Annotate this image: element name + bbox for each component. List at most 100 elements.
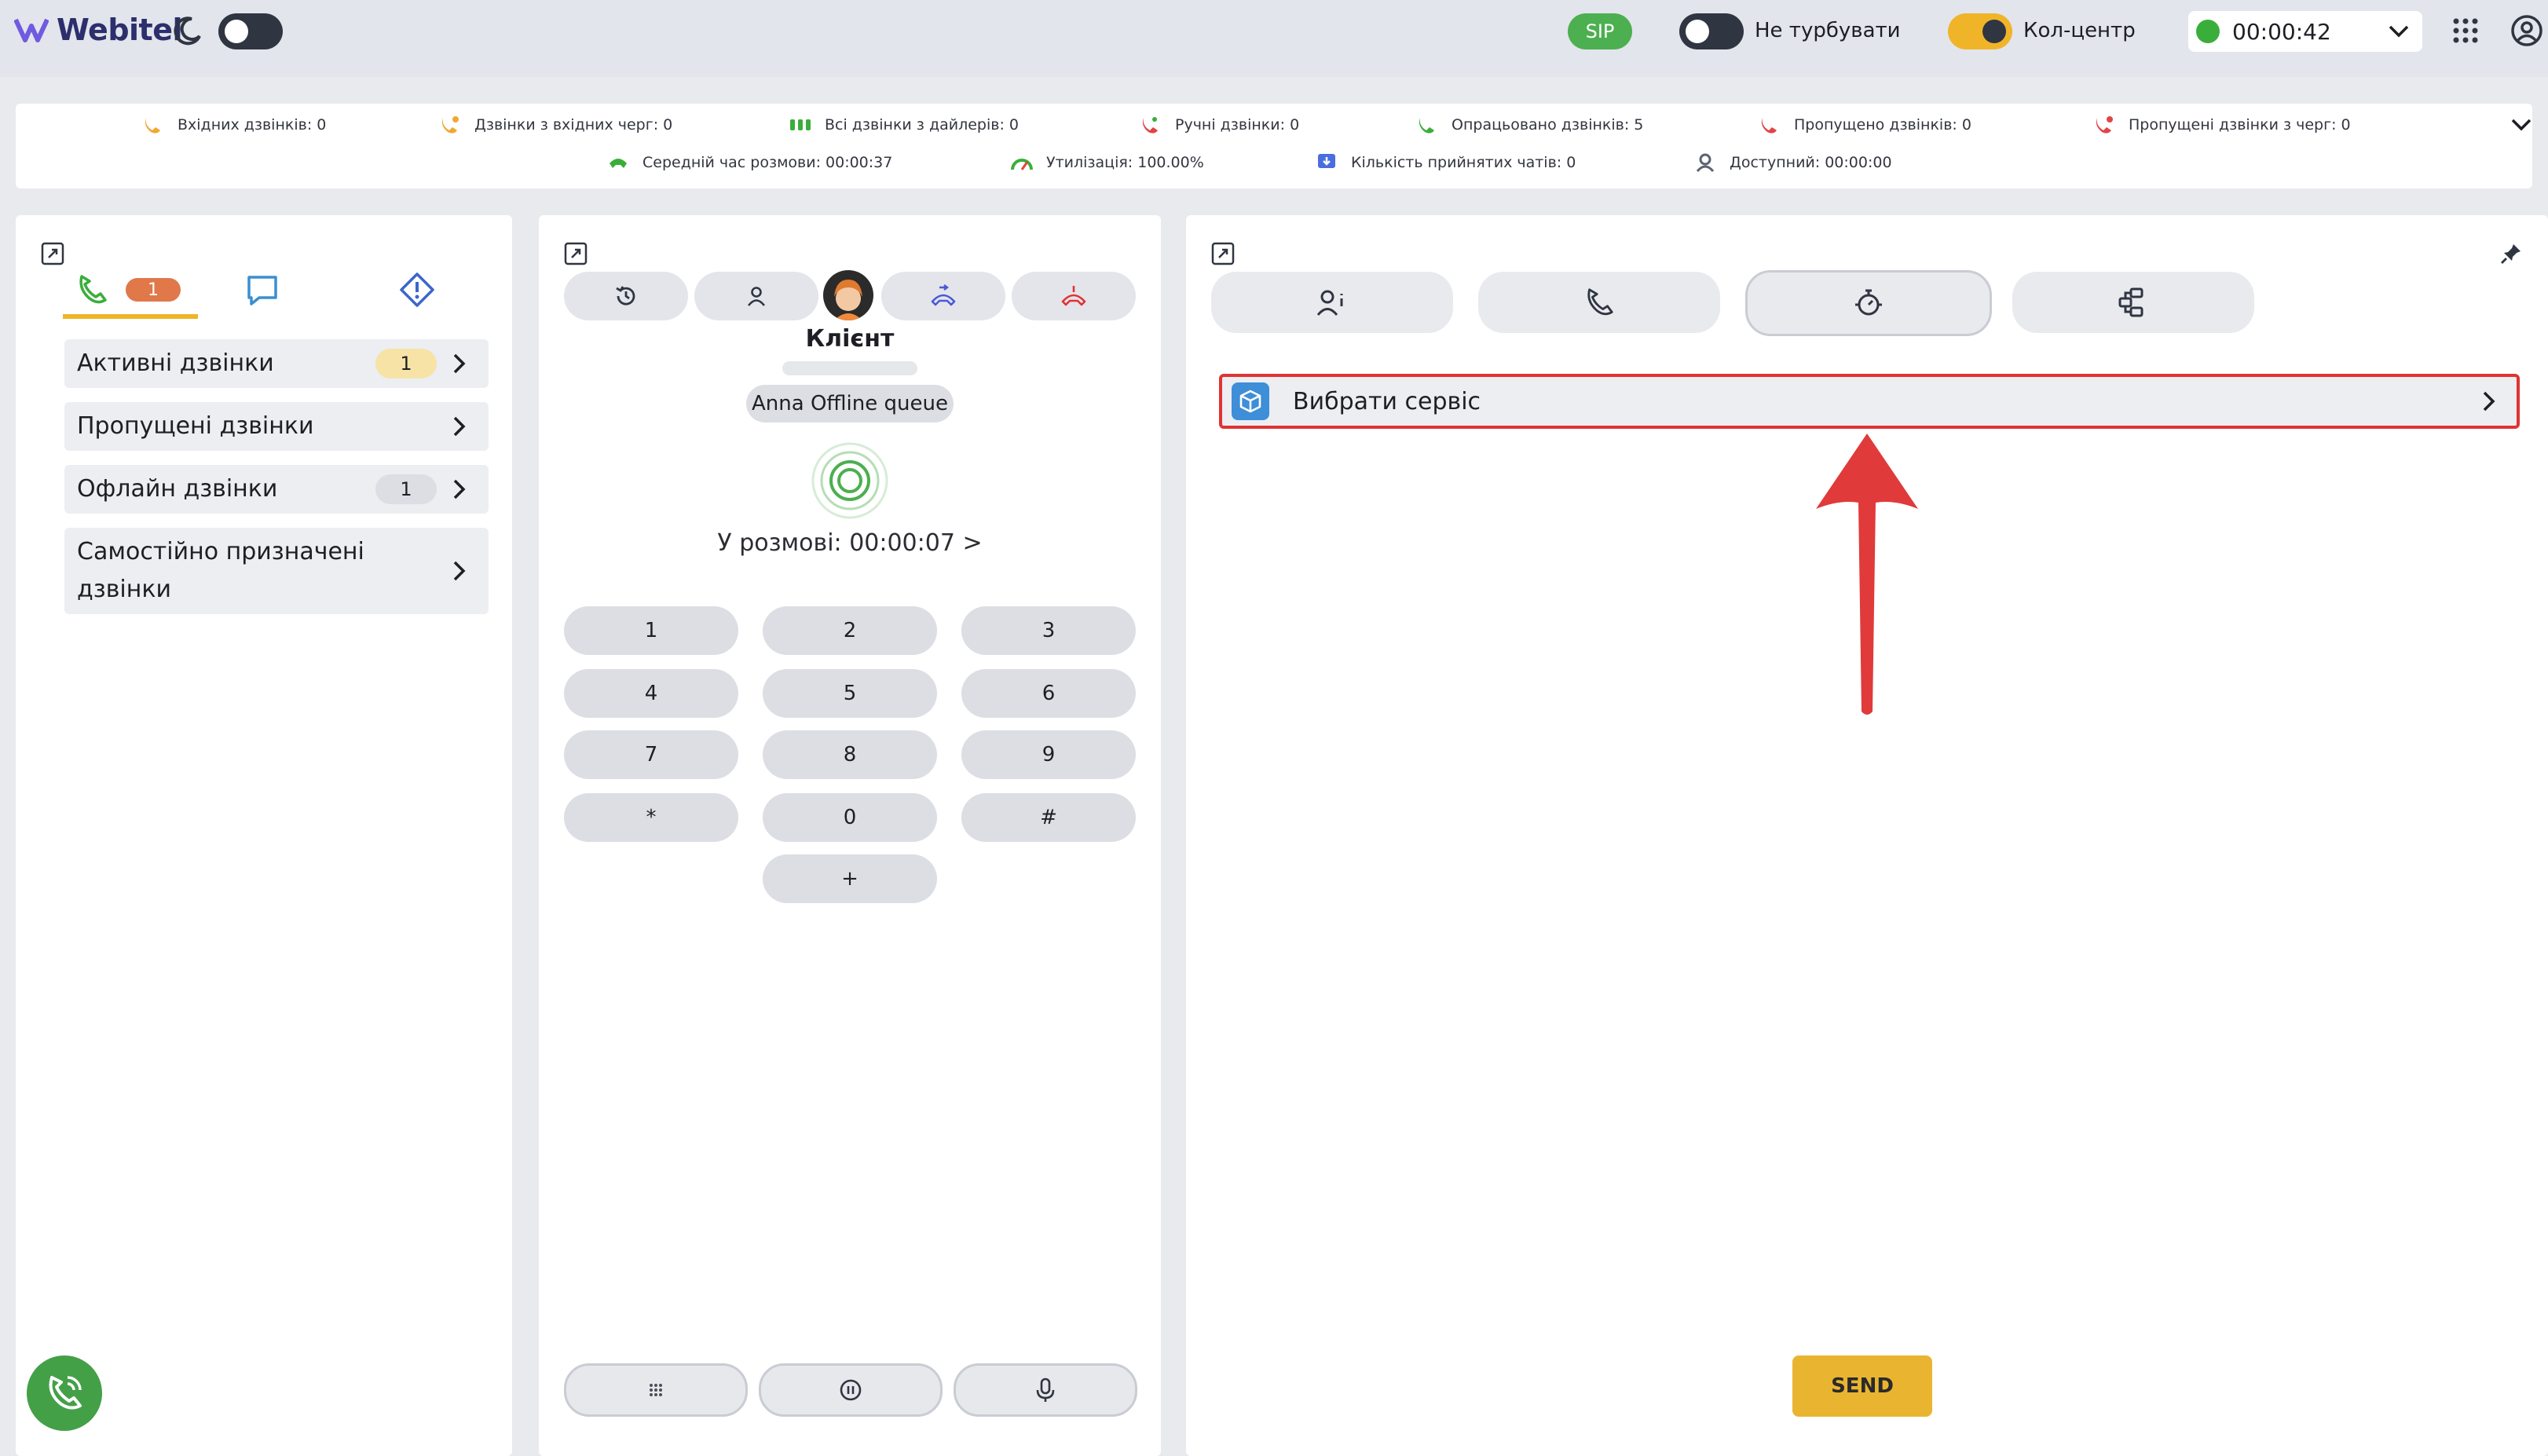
expand-icon[interactable] <box>41 242 64 265</box>
dialpad-toggle-button[interactable] <box>564 1363 748 1417</box>
callcenter-toggle[interactable] <box>1948 13 2012 49</box>
logo-text: Webitel <box>57 13 183 47</box>
dnd-toggle[interactable] <box>1679 13 1744 49</box>
avatar <box>823 270 873 320</box>
pause-icon <box>840 1379 862 1401</box>
client-info-icon <box>1316 290 1343 316</box>
chevron-right-icon <box>2483 391 2495 412</box>
phone-icon <box>1587 288 1613 316</box>
stat-processed: Опрацьовано дзвінків: 5 <box>1415 115 1643 135</box>
list-item-missed-calls[interactable]: Пропущені дзвінки <box>64 402 489 451</box>
agent-status-select[interactable]: 00:00:42 <box>2188 11 2422 52</box>
send-button[interactable]: SEND <box>1792 1355 1932 1417</box>
floating-phone-button[interactable] <box>27 1355 102 1431</box>
history-button[interactable] <box>564 272 688 320</box>
webitel-logo-icon <box>14 18 49 42</box>
dialpad-key-9[interactable]: 9 <box>961 730 1136 779</box>
dialpad-key-4[interactable]: 4 <box>564 669 738 718</box>
pin-icon[interactable] <box>2499 242 2523 265</box>
dialpad-key-plus[interactable]: + <box>763 854 937 903</box>
stat-manual: Ручні дзвінки: 0 <box>1139 115 1299 135</box>
select-service-row[interactable]: Вибрати сервіс <box>1219 374 2520 429</box>
flow-tab[interactable] <box>2012 272 2254 333</box>
phone-incoming-icon <box>145 118 160 134</box>
alert-diamond-icon[interactable] <box>399 272 435 308</box>
select-service-label: Вибрати сервіс <box>1293 387 1481 415</box>
dialpad-key-7[interactable]: 7 <box>564 730 738 779</box>
phone-missed-icon <box>1761 118 1777 134</box>
stat-missed: Пропущено дзвінків: 0 <box>1758 115 1971 135</box>
stat-queue-incoming: Дзвінки з вхідних черг: 0 <box>438 115 672 135</box>
stat-dialer: Всі дзвінки з дайлерів: 0 <box>789 115 1019 135</box>
moon-icon <box>174 16 201 46</box>
gauge-icon <box>1011 159 1033 170</box>
dialpad-icon <box>650 1384 662 1396</box>
dnd-label: Не турбувати <box>1755 19 1901 42</box>
status-timer: 00:00:42 <box>2232 18 2331 45</box>
dialpad-key-8[interactable]: 8 <box>763 730 937 779</box>
apps-grid-icon[interactable] <box>2452 17 2479 44</box>
stat-avg-talk: Середній час розмови: 00:00:37 <box>606 152 892 173</box>
dialpad-key-2[interactable]: 2 <box>763 606 937 655</box>
expand-icon[interactable] <box>564 242 588 265</box>
list-item-self-assigned-calls[interactable]: Самостійно призначені дзвінки <box>64 528 489 614</box>
sip-badge: SIP <box>1568 13 1632 49</box>
call-tab[interactable] <box>1478 272 1720 333</box>
phone-icon <box>79 275 107 304</box>
transfer-button[interactable] <box>881 272 1005 320</box>
call-panel: Клієнт Anna Offline queue У розмові: 00:… <box>539 215 1161 1456</box>
chevron-down-icon <box>2389 25 2409 38</box>
chat-icon[interactable] <box>245 273 280 308</box>
contact-name: Клієнт <box>805 325 895 353</box>
dialpad-key-1[interactable]: 1 <box>564 606 738 655</box>
history-icon <box>616 286 635 305</box>
status-dot <box>2196 20 2220 43</box>
transfer-icon <box>931 284 956 306</box>
chevron-down-icon[interactable] <box>2510 118 2532 132</box>
hangup-button[interactable] <box>1012 272 1136 320</box>
list-item-offline-calls[interactable]: Офлайн дзвінки 1 <box>64 465 489 514</box>
dialpad-key-hash[interactable]: # <box>961 793 1136 842</box>
call-active-indicator-icon <box>811 442 888 519</box>
mute-button[interactable] <box>954 1363 1137 1417</box>
user-account-icon[interactable] <box>2510 14 2543 47</box>
stats-bar: Вхідних дзвінків: 0 Дзвінки з вхідних че… <box>16 104 2532 188</box>
dialpad-key-0[interactable]: 0 <box>763 793 937 842</box>
dialer-icon <box>790 119 811 130</box>
stat-available: Доступний: 00:00:00 <box>1693 152 1892 173</box>
expand-icon[interactable] <box>1211 242 1235 265</box>
tab-calls[interactable]: 1 <box>63 267 198 319</box>
chevron-right-icon <box>453 561 466 581</box>
avg-talk-icon <box>610 159 627 168</box>
phone-processed-icon <box>1419 118 1434 134</box>
hangup-icon <box>1061 286 1086 306</box>
dialpad-key-5[interactable]: 5 <box>763 669 937 718</box>
chevron-right-icon <box>453 416 466 437</box>
toggle-knob <box>225 20 248 43</box>
count-badge: 1 <box>375 349 437 379</box>
avatar-face-icon <box>834 280 862 320</box>
dialpad-key-star[interactable]: * <box>564 793 738 842</box>
client-info-tab[interactable] <box>1211 272 1453 333</box>
phone-missed-queue-icon <box>2096 116 2113 134</box>
count-badge: 1 <box>375 474 437 504</box>
chat-download-icon <box>1318 154 1335 168</box>
callcenter-label: Кол-центр <box>2023 19 2136 42</box>
theme-toggle[interactable] <box>218 13 283 49</box>
dialpad-key-3[interactable]: 3 <box>961 606 1136 655</box>
top-bar: Webitel SIP Не турбувати Кол-центр 00:00… <box>0 0 2548 77</box>
stat-utilization: Утилізація: 100.00% <box>1010 152 1204 173</box>
annotation-arrow-icon <box>1816 434 1918 715</box>
phone-number-blurred <box>782 361 917 375</box>
person-icon <box>747 287 766 306</box>
list-item-active-calls[interactable]: Активні дзвінки 1 <box>64 339 489 388</box>
calls-panel: 1 Активні дзвінки 1 Пропущені дзвінки Оф… <box>16 215 512 1456</box>
hold-button[interactable] <box>759 1363 943 1417</box>
flow-diagram-icon <box>2118 287 2143 317</box>
chevron-right-icon <box>453 353 466 374</box>
calls-tab-badge: 1 <box>126 278 181 302</box>
stat-incoming: Вхідних дзвінків: 0 <box>141 115 326 135</box>
processing-tab[interactable] <box>1745 270 1992 336</box>
dialpad-key-6[interactable]: 6 <box>961 669 1136 718</box>
contact-button[interactable] <box>694 272 818 320</box>
